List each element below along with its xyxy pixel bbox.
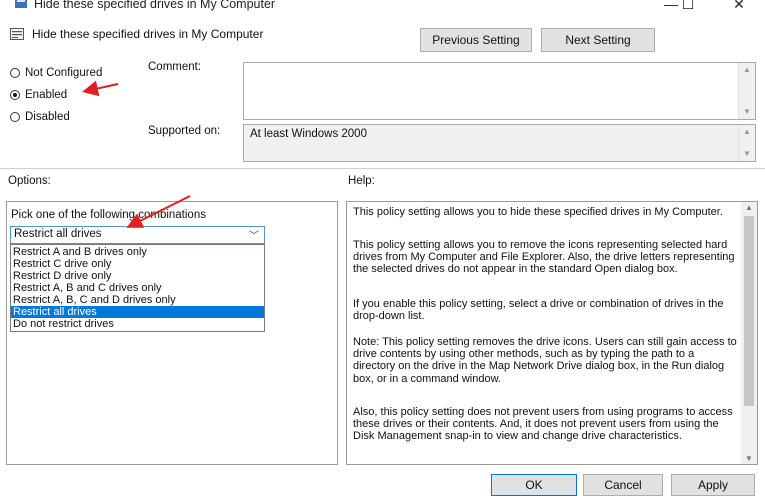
annotation-layer [82,80,191,228]
annotation-arrow [82,80,119,97]
annotation-arrow [126,195,191,228]
